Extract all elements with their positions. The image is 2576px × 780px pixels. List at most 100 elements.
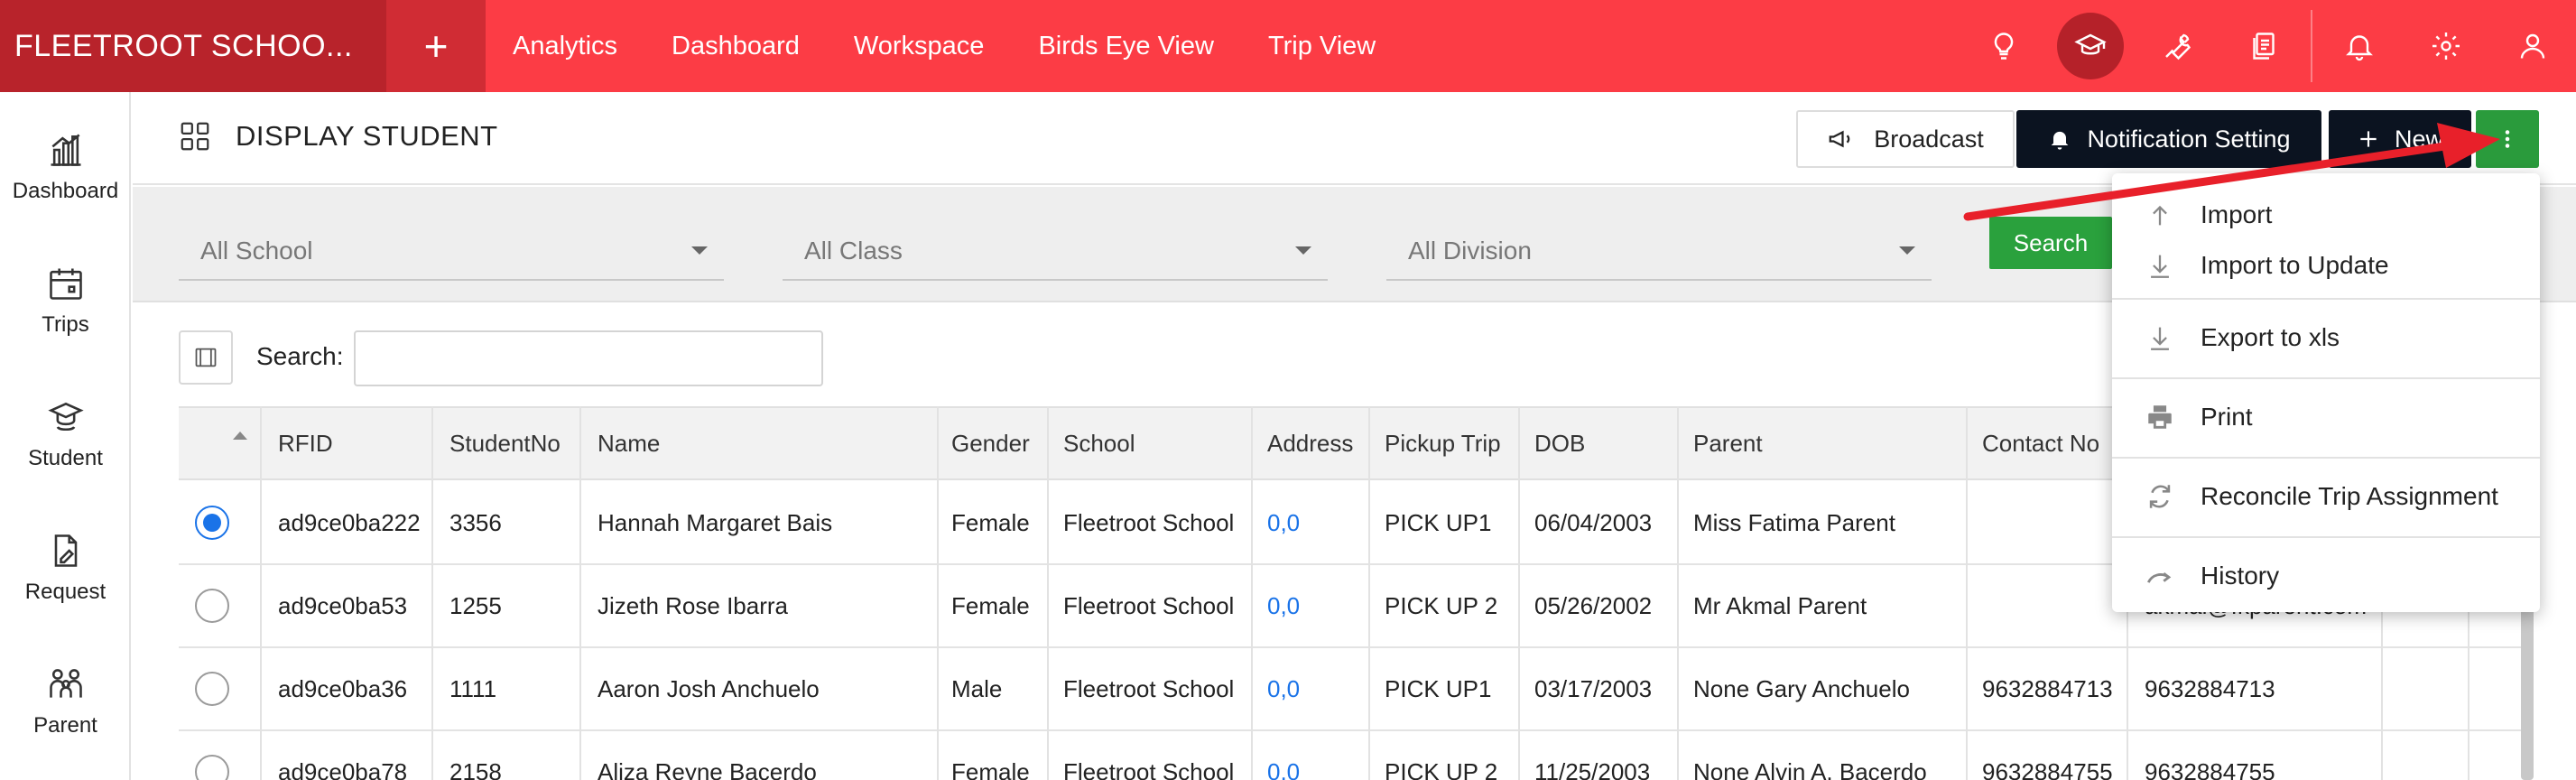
- wrench-icon[interactable]: [2134, 0, 2220, 92]
- cell-studentno: 2158: [449, 757, 502, 780]
- division-select-value: All Division: [1408, 237, 1532, 265]
- school-select-value: All School: [200, 237, 313, 265]
- cell-dob: 11/25/2003: [1534, 757, 1651, 780]
- lightbulb-icon[interactable]: [1960, 0, 2047, 92]
- notification-setting-label: Notification Setting: [2087, 125, 2291, 153]
- nav-workspace[interactable]: Workspace: [854, 32, 985, 61]
- sidebar-item-dashboard[interactable]: Dashboard: [0, 130, 131, 204]
- menu-divider: [2112, 377, 2540, 379]
- nav-birds-eye-view[interactable]: Birds Eye View: [1038, 32, 1214, 61]
- sidebar-item-parent[interactable]: Parent: [0, 664, 131, 738]
- cell-contact-no: [1966, 565, 1982, 646]
- download-icon: [2151, 255, 2169, 278]
- add-button[interactable]: +: [386, 0, 486, 92]
- header-name[interactable]: Name: [581, 408, 660, 478]
- header-dob[interactable]: DOB: [1518, 408, 1585, 478]
- cell-extra: 9632884713: [2145, 674, 2275, 702]
- gear-icon[interactable]: [2403, 0, 2489, 92]
- cell-studentno: 1111: [449, 674, 497, 702]
- cell-address-link[interactable]: 0,0: [1251, 731, 1300, 780]
- nav-trip-view[interactable]: Trip View: [1268, 32, 1376, 61]
- cell-school: Fleetroot School: [1063, 674, 1235, 702]
- brand-logo-text[interactable]: FLEETROOT SCHOO...: [0, 0, 386, 92]
- cell-address-link[interactable]: 0,0: [1251, 648, 1300, 729]
- header-studentno[interactable]: StudentNo: [433, 408, 561, 478]
- header-contact-no[interactable]: Contact No: [1966, 408, 2099, 478]
- cell-address-link[interactable]: 0,0: [1251, 482, 1300, 563]
- column-divider: [579, 406, 581, 780]
- cell-school: Fleetroot School: [1063, 757, 1235, 780]
- table-row[interactable]: ad9ce0ba78 2158 Aliza Reyne Bacerdo Fema…: [179, 731, 2525, 780]
- cell-pickup-trip: PICK UP1: [1385, 674, 1492, 702]
- nav-dashboard[interactable]: Dashboard: [672, 32, 800, 61]
- cell-gender: Female: [951, 508, 1030, 536]
- new-button[interactable]: New: [2329, 110, 2471, 168]
- cell-studentno: 1255: [449, 591, 502, 619]
- nav-analytics[interactable]: Analytics: [513, 32, 617, 61]
- menu-item-reconcile-trip[interactable]: Reconcile Trip Assignment: [2112, 469, 2540, 524]
- cell-address-link[interactable]: 0,0: [1251, 565, 1300, 646]
- column-divider: [1251, 406, 1253, 780]
- cell-studentno: 3356: [449, 508, 502, 536]
- menu-divider: [2112, 457, 2540, 459]
- notification-setting-button[interactable]: Notification Setting: [2016, 110, 2321, 168]
- bell-icon[interactable]: [2316, 0, 2403, 92]
- plus-icon: [2360, 131, 2377, 147]
- sidebar-item-request[interactable]: Request: [0, 531, 131, 605]
- cell-gender: Female: [951, 757, 1030, 780]
- menu-item-history[interactable]: History: [2112, 549, 2540, 603]
- menu-item-import-to-update[interactable]: Import to Update: [2112, 238, 2540, 292]
- menu-item-label: History: [2201, 562, 2280, 590]
- menu-item-print[interactable]: Print: [2112, 390, 2540, 444]
- cell-pickup-trip: PICK UP1: [1385, 508, 1492, 536]
- column-toggle-button[interactable]: [179, 330, 233, 385]
- broadcast-button[interactable]: Broadcast: [1796, 110, 2015, 168]
- school-select[interactable]: All School: [179, 223, 724, 281]
- cell-name: Aaron Josh Anchuelo: [598, 674, 820, 702]
- header-parent[interactable]: Parent: [1677, 408, 1763, 478]
- header-gender[interactable]: Gender: [935, 408, 1030, 478]
- more-options-button[interactable]: [2476, 110, 2539, 168]
- column-divider: [1677, 406, 1679, 780]
- cell-contact-no: [1966, 482, 1982, 563]
- sidebar-item-label: Parent: [33, 713, 97, 738]
- left-sidebar: Dashboard Trips Student Request Parent: [0, 92, 131, 780]
- cell-school: Fleetroot School: [1063, 508, 1235, 536]
- row-select-radio[interactable]: [195, 672, 229, 706]
- documents-icon[interactable]: [2220, 0, 2307, 92]
- graduation-cap-icon[interactable]: [2047, 0, 2134, 92]
- header-pickup-trip[interactable]: Pickup Trip: [1368, 408, 1501, 478]
- search-input[interactable]: [354, 330, 823, 386]
- header-rfid[interactable]: RFID: [262, 408, 333, 478]
- columns-icon: [195, 348, 217, 367]
- column-divider: [1966, 406, 1968, 780]
- new-label: New: [2394, 125, 2443, 153]
- cell-extra: 9632884755: [2145, 757, 2275, 780]
- document-edit-icon: [54, 534, 77, 567]
- menu-item-import[interactable]: Import: [2112, 188, 2540, 242]
- cell-school: Fleetroot School: [1063, 591, 1235, 619]
- menu-divider: [2112, 298, 2540, 300]
- sort-ascending-icon[interactable]: [233, 432, 247, 440]
- cell-rfid: ad9ce0ba53: [278, 591, 408, 619]
- cell-rfid: ad9ce0ba222: [278, 508, 421, 536]
- header-school[interactable]: School: [1047, 408, 1135, 478]
- cell-name: Hannah Margaret Bais: [598, 508, 833, 536]
- cell-gender: Male: [951, 674, 1003, 702]
- table-row[interactable]: ad9ce0ba36 1111 Aaron Josh Anchuelo Male…: [179, 648, 2525, 731]
- row-select-radio[interactable]: [195, 589, 229, 623]
- menu-item-export-xls[interactable]: Export to xls: [2112, 311, 2540, 365]
- class-select[interactable]: All Class: [783, 223, 1328, 281]
- top-navbar: FLEETROOT SCHOO... + Analytics Dashboard…: [0, 0, 2576, 92]
- sidebar-item-trips[interactable]: Trips: [0, 264, 131, 338]
- printer-icon: [2148, 405, 2172, 429]
- row-select-radio[interactable]: [195, 506, 229, 540]
- column-divider: [1047, 406, 1049, 780]
- header-address[interactable]: Address: [1251, 408, 1353, 478]
- division-select[interactable]: All Division: [1386, 223, 1932, 281]
- cell-pickup-trip: PICK UP 2: [1385, 757, 1498, 780]
- user-icon[interactable]: [2489, 0, 2576, 92]
- search-button[interactable]: Search: [1989, 217, 2112, 269]
- sidebar-item-student[interactable]: Student: [0, 397, 131, 471]
- row-select-radio[interactable]: [195, 755, 229, 780]
